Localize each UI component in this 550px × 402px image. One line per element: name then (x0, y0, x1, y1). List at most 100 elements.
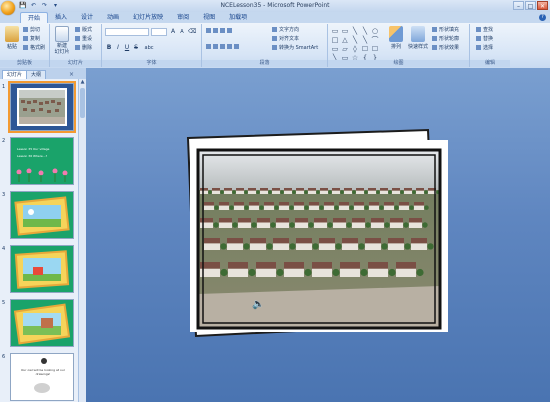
minimize-button[interactable]: – (513, 1, 524, 10)
underline-button[interactable]: U (123, 44, 131, 52)
slide-number: 6 (2, 354, 6, 360)
paragraph-group: 文字方向 对齐文本 转换为 SmartArt 段落 (202, 24, 328, 67)
bullets-button[interactable] (206, 28, 234, 35)
format-painter-button[interactable]: 格式刷 (23, 45, 45, 52)
maximize-button[interactable]: □ (525, 1, 536, 10)
shadow-button[interactable]: abc (142, 44, 156, 52)
strikethrough-button[interactable]: S (132, 44, 140, 52)
cut-button[interactable]: 剪切 (23, 27, 40, 34)
clipboard-group: 粘贴 剪切 复制 格式刷 剪贴板 (0, 24, 50, 67)
shape-option[interactable]: ○ (371, 27, 379, 35)
slide-thumbnail-5[interactable]: 5 (0, 299, 78, 353)
shape-option[interactable]: ◊ (351, 45, 359, 53)
shape-effects-button[interactable]: 形状效果 (432, 45, 459, 52)
ribbon: 粘贴 剪切 复制 格式刷 剪贴板 新建 幻灯片 版式 重设 删除 幻灯片 A A… (0, 23, 550, 69)
shape-option[interactable]: ▭ (331, 27, 339, 35)
slide-thumbnail-3[interactable]: 3 (0, 191, 78, 245)
slides-panel: 幻灯片 大纲 × 1 2 Lesson 35 Our village Lesso… (0, 68, 86, 402)
select-button[interactable]: 选择 (476, 45, 493, 52)
new-slide-button[interactable]: 新建 幻灯片 (52, 26, 72, 55)
scrollbar-thumb[interactable] (80, 88, 85, 118)
scroll-up-icon[interactable]: ▲ (79, 79, 86, 86)
font-size-field[interactable] (151, 28, 167, 36)
tab-slideshow[interactable]: 幻灯片放映 (126, 12, 170, 23)
tab-review[interactable]: 审阅 (170, 12, 196, 23)
shape-option[interactable]: ☐ (371, 45, 379, 53)
align-text-button[interactable]: 对齐文本 (272, 36, 299, 43)
slide-number: 5 (2, 300, 6, 306)
font-name-field[interactable] (105, 28, 149, 36)
tab-view[interactable]: 视图 (196, 12, 222, 23)
replace-button[interactable]: 替换 (476, 36, 493, 43)
smartart-icon (272, 45, 277, 50)
tab-animations[interactable]: 动画 (100, 12, 126, 23)
decrease-indent-icon (220, 28, 225, 33)
tab-addins[interactable]: 加载项 (222, 12, 254, 23)
office-button[interactable] (1, 1, 15, 15)
village-photo-thumbnail (17, 88, 67, 126)
reset-button[interactable]: 重设 (75, 36, 92, 43)
slide-thumbnail-list: 1 2 Lesson 35 Our village Lesson 36 Wher… (0, 79, 78, 402)
quick-styles-icon (411, 26, 425, 42)
close-button[interactable]: ✕ (537, 1, 548, 10)
italic-button[interactable]: I (114, 44, 122, 52)
shape-option[interactable]: ╲ (361, 36, 369, 44)
fill-bucket-icon (432, 27, 437, 32)
shape-option[interactable]: △ (341, 36, 349, 44)
slides-group-label: 幻灯片 (50, 60, 101, 67)
layout-button[interactable]: 版式 (75, 27, 92, 34)
slide-thumbnail-1[interactable]: 1 (0, 81, 78, 137)
title-bar: 💾 ↶ ↷ ▾ NCELesson35 - Microsoft PowerPoi… (0, 0, 550, 15)
quick-styles-button[interactable]: 快速样式 (408, 26, 428, 50)
shape-option[interactable]: ▭ (331, 45, 339, 53)
close-panel-icon[interactable]: × (69, 71, 74, 78)
smartart-button[interactable]: 转换为 SmartArt (272, 45, 318, 52)
shape-option[interactable]: ⌒ (371, 36, 379, 44)
shape-option[interactable]: ☐ (361, 45, 369, 53)
shape-option[interactable]: ╲ (351, 27, 359, 35)
shape-option[interactable]: ▱ (341, 45, 349, 53)
slide-number: 2 (2, 138, 6, 144)
copy-button[interactable]: 复制 (23, 36, 40, 43)
numbering-icon (213, 28, 218, 33)
delete-slide-button[interactable]: 删除 (75, 45, 92, 52)
slide-thumbnail-4[interactable]: 4 (0, 245, 78, 299)
village-photo[interactable] (190, 140, 448, 332)
drawing-group: ▭ ▭ ╲ ╲ ○ □ △ ╲ ╲ ⌒ ▭ ▱ ◊ ☐ ☐ ╲ ▭ ☆{} 排列 快速样式 形状填充 形状轮廓 形… (328, 24, 470, 67)
shape-fill-button[interactable]: 形状填充 (432, 27, 459, 34)
tab-slides-panel[interactable]: 幻灯片 (2, 70, 28, 79)
arrange-button[interactable]: 排列 (386, 26, 406, 50)
bold-button[interactable]: B (105, 44, 113, 52)
picture-frame-thumbnail (13, 303, 71, 345)
slide-thumbnail-2[interactable]: 2 Lesson 35 Our village Lesson 36 Where.… (0, 137, 78, 191)
speaker-icon[interactable]: 🔈 (252, 299, 264, 310)
find-button[interactable]: 查找 (476, 27, 493, 34)
columns-icon (234, 44, 239, 49)
shrink-font-button[interactable]: A (178, 28, 186, 36)
text-direction-icon (272, 27, 277, 32)
slide-editing-area: 🔈 (86, 68, 550, 402)
text-direction-button[interactable]: 文字方向 (272, 27, 299, 34)
increase-indent-icon (227, 28, 232, 33)
shape-option[interactable]: ╲ (361, 27, 369, 35)
paste-button[interactable]: 粘贴 (2, 26, 22, 50)
clear-format-button[interactable]: ⌫ (188, 28, 196, 36)
shape-option[interactable]: ▭ (341, 27, 349, 35)
brush-icon (23, 45, 28, 50)
tab-insert[interactable]: 插入 (48, 12, 74, 23)
slide-thumbnail-6[interactable]: 6 Our owl will be looking at our drawing… (0, 353, 78, 402)
editing-group-label: 编辑 (470, 60, 510, 67)
shape-option[interactable]: ╲ (351, 36, 359, 44)
help-icon[interactable]: ? (539, 14, 546, 21)
paste-icon (5, 26, 19, 42)
grow-font-button[interactable]: A (169, 28, 177, 36)
shape-option[interactable]: □ (331, 36, 339, 44)
font-group-label: 字体 (102, 60, 201, 67)
panel-scrollbar[interactable]: ▲ (78, 79, 86, 402)
shapes-gallery[interactable]: ▭ ▭ ╲ ╲ ○ □ △ ╲ ╲ ⌒ ▭ ▱ ◊ ☐ ☐ ╲ ▭ ☆{} (331, 27, 380, 62)
editing-group: 查找 替换 选择 编辑 (470, 24, 510, 67)
alignment-buttons[interactable] (206, 44, 241, 51)
shape-outline-button[interactable]: 形状轮廓 (432, 36, 459, 43)
tab-outline-panel[interactable]: 大纲 (26, 70, 47, 79)
tab-design[interactable]: 设计 (74, 12, 100, 23)
